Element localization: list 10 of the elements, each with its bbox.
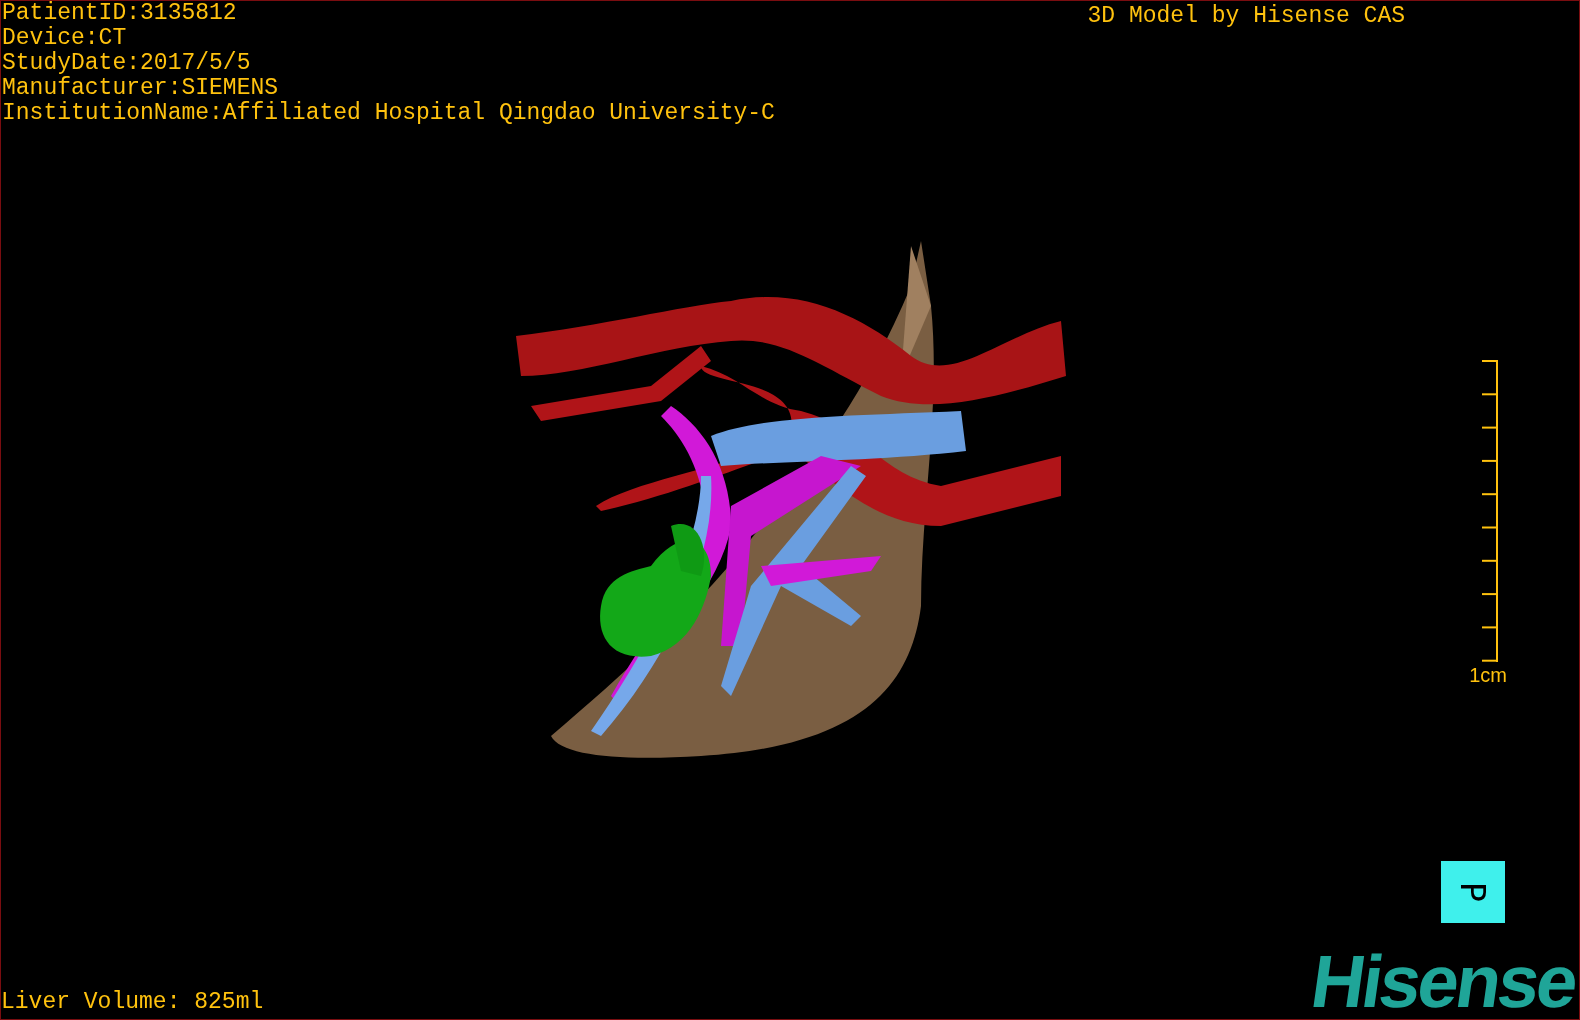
model-title: 3D Model by Hisense CAS (1087, 2, 1405, 31)
patient-info-text: PatientID:3135812 (2, 1, 238, 26)
orientation-marker[interactable]: P (1441, 861, 1505, 923)
patient-info-text: Device:CT (2, 26, 128, 51)
liver-volume-text: Liver Volume: 825ml (1, 989, 264, 1017)
patient-info-text: Manufacturer:SIEMENS (2, 76, 280, 101)
patient-info-text: StudyDate:2017/5/5 (2, 51, 252, 76)
scale-label: 1cm (1469, 664, 1507, 686)
logo: Hisense (1306, 945, 1579, 1019)
patient-info-text: InstitutionName:Affiliated Hospital Qingdao University-C (2, 101, 775, 126)
